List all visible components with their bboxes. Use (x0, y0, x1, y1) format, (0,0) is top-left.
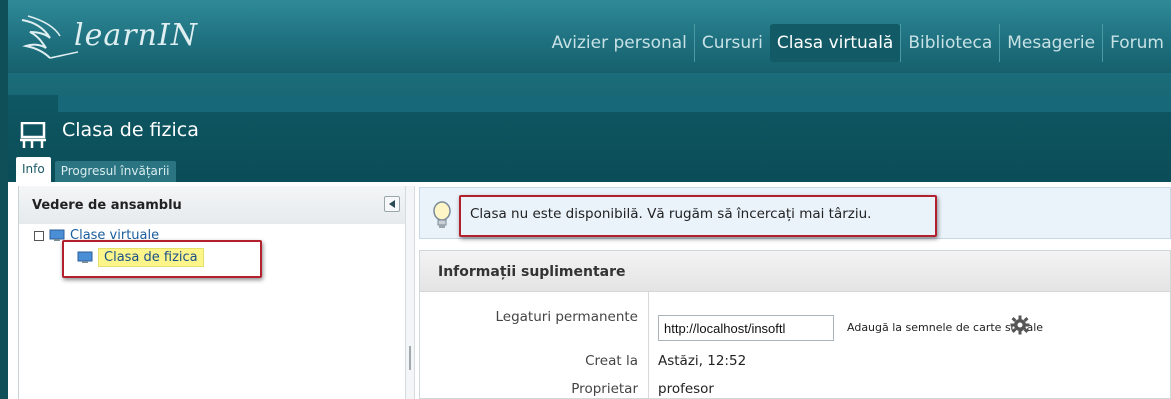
tab-bar: Info Progresul învățarii (16, 157, 180, 182)
info-divider (648, 292, 649, 399)
owner-value: profesor (658, 381, 714, 397)
annotation-box-selected-class (62, 240, 262, 278)
header-strip (8, 73, 1171, 95)
gear-icon[interactable] (1010, 315, 1030, 335)
logo: learnIN (20, 12, 200, 62)
created-value: Astăzi, 12:52 (658, 353, 747, 369)
nav-item-cursuri[interactable]: Cursuri (693, 24, 770, 62)
header-band (58, 95, 1171, 112)
nav-item-forum[interactable]: Forum (1102, 24, 1171, 62)
app-window: learnIN Avizier personal Cursuri Clasa v… (0, 0, 1171, 399)
logo-text: learnIN (74, 18, 198, 53)
overview-header: Vedere de ansamblu (19, 186, 406, 224)
overview-panel: Vedere de ansamblu Clase virtuale Clasa … (18, 186, 406, 399)
top-navigation-bar: learnIN Avizier personal Cursuri Clasa v… (0, 0, 1171, 73)
owner-label: Proprietar (571, 381, 638, 397)
nav-item-mesagerie[interactable]: Mesagerie (999, 24, 1102, 62)
additional-info-header: Informații suplimentare (420, 251, 1170, 292)
additional-info-panel: Informații suplimentare Legaturi permane… (419, 250, 1171, 399)
annotation-box-notice (459, 195, 937, 237)
page-title: Clasa de fizica (62, 119, 199, 141)
nav-item-avizier-personal[interactable]: Avizier personal (545, 24, 694, 62)
created-label: Creat la (585, 353, 638, 369)
classroom-icon (20, 122, 46, 148)
lightbulb-icon (433, 201, 451, 228)
permalink-label: Legaturi permanente (495, 309, 638, 325)
left-edge (0, 0, 8, 399)
main-nav: Avizier personal Cursuri Clasa virtuală … (545, 24, 1171, 62)
wings-icon (21, 15, 79, 59)
additional-info-title: Informații suplimentare (438, 264, 626, 280)
tab-info[interactable]: Info (16, 157, 51, 182)
panel-splitter[interactable] (405, 186, 415, 399)
tree-toggle-icon[interactable] (34, 230, 44, 241)
page-header: Clasa de fizica Info Progresul învățarii (8, 95, 1171, 182)
nav-item-clasa-virtuala[interactable]: Clasa virtuală (769, 24, 901, 62)
permalink-field[interactable] (658, 315, 834, 341)
tab-progresul-invatarii[interactable]: Progresul învățarii (54, 161, 176, 182)
nav-item-biblioteca[interactable]: Biblioteca (900, 24, 999, 62)
overview-title: Vedere de ansamblu (32, 198, 182, 213)
collapse-panel-button[interactable] (384, 196, 400, 212)
splitter-grip-icon[interactable] (409, 346, 411, 370)
